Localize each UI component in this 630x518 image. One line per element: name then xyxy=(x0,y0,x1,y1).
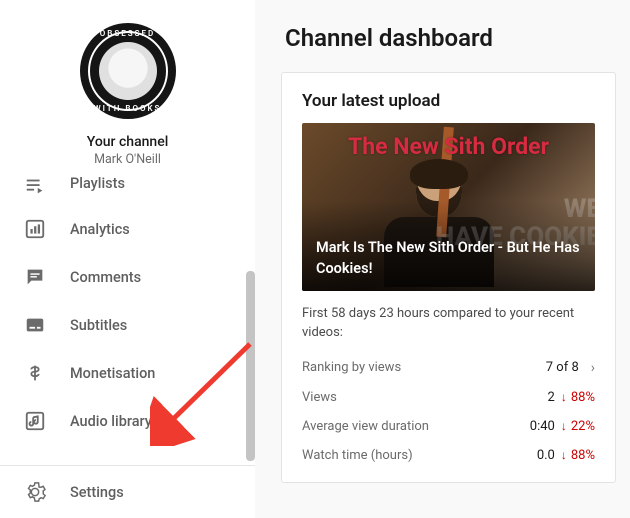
sidebar-item-label: Analytics xyxy=(70,221,130,238)
scrollbar-thumb[interactable] xyxy=(246,271,255,461)
stat-label: Ranking by views xyxy=(302,360,546,375)
sidebar-item-label: Playlists xyxy=(70,175,125,192)
monetise-icon xyxy=(24,362,46,384)
sidebar-item-label: Settings xyxy=(70,484,124,501)
latest-upload-card: Your latest upload The New Sith Order WE… xyxy=(281,72,616,483)
stat-value: 0:40 xyxy=(530,419,555,434)
stat-row-ranking[interactable]: Ranking by views 7 of 8 › xyxy=(302,353,595,383)
audio-icon xyxy=(24,410,46,432)
sidebar-item-playlists[interactable]: Playlists xyxy=(0,175,255,205)
down-arrow-icon: ↓ xyxy=(561,419,567,433)
chevron-right-icon: › xyxy=(591,360,595,376)
stat-delta: 22% xyxy=(571,419,595,434)
stat-delta: 88% xyxy=(571,448,595,463)
sidebar-item-audio-library[interactable]: Audio library xyxy=(0,397,255,445)
avatar[interactable]: OBSESSED WITH BOOKS xyxy=(73,16,183,126)
sidebar-item-analytics[interactable]: Analytics xyxy=(0,205,255,253)
stat-delta: 88% xyxy=(571,390,595,405)
sidebar-item-label: Comments xyxy=(70,269,141,286)
comments-icon xyxy=(24,266,46,288)
down-arrow-icon: ↓ xyxy=(561,448,567,462)
stat-value: 2 xyxy=(548,390,555,405)
stat-value: 0.0 xyxy=(537,448,555,463)
stat-row-avg-duration: Average view duration 0:40 ↓ 22% xyxy=(302,412,595,441)
avatar-bottom-text: WITH BOOKS xyxy=(94,104,162,113)
sidebar-item-label: Audio library xyxy=(70,413,152,430)
analytics-icon xyxy=(24,218,46,240)
sidebar-item-monetisation[interactable]: Monetisation xyxy=(0,349,255,397)
stat-label: Average view duration xyxy=(302,419,530,434)
sidebar-item-label: Monetisation xyxy=(70,365,155,382)
stat-label: Views xyxy=(302,390,548,405)
stat-label: Watch time (hours) xyxy=(302,448,537,463)
sidebar-nav: Playlists Analytics Comments Subtitles xyxy=(0,175,255,461)
video-thumbnail[interactable]: The New Sith Order WE HAVE COOKIE Mark I… xyxy=(302,123,595,291)
stat-value: 7 of 8 xyxy=(546,360,579,375)
sidebar-item-subtitles[interactable]: Subtitles xyxy=(0,301,255,349)
down-arrow-icon: ↓ xyxy=(561,390,567,404)
thumbnail-caption: Mark Is The New Sith Order - But He Has … xyxy=(316,238,581,279)
your-channel-label: Your channel xyxy=(0,134,255,150)
card-heading: Your latest upload xyxy=(302,91,595,111)
sidebar-item-settings[interactable]: Settings xyxy=(0,466,255,518)
sidebar-item-label: Subtitles xyxy=(70,317,127,334)
sidebar-item-comments[interactable]: Comments xyxy=(0,253,255,301)
channel-header: OBSESSED WITH BOOKS Your channel Mark O'… xyxy=(0,0,255,175)
thumbnail-title-overlay: The New Sith Order xyxy=(302,133,595,160)
stat-row-watch-time: Watch time (hours) 0.0 ↓ 88% xyxy=(302,441,595,470)
page-title-bar: Channel dashboard xyxy=(255,0,630,68)
gear-icon xyxy=(24,481,46,503)
channel-owner-name: Mark O'Neill xyxy=(0,152,255,167)
sidebar: OBSESSED WITH BOOKS Your channel Mark O'… xyxy=(0,0,255,518)
compare-text: First 58 days 23 hours compared to your … xyxy=(302,305,595,343)
subtitles-icon xyxy=(24,314,46,336)
stat-row-views: Views 2 ↓ 88% xyxy=(302,383,595,412)
page-title: Channel dashboard xyxy=(285,24,630,52)
main-area: Channel dashboard Your latest upload The… xyxy=(255,0,630,518)
playlist-icon xyxy=(24,175,46,197)
